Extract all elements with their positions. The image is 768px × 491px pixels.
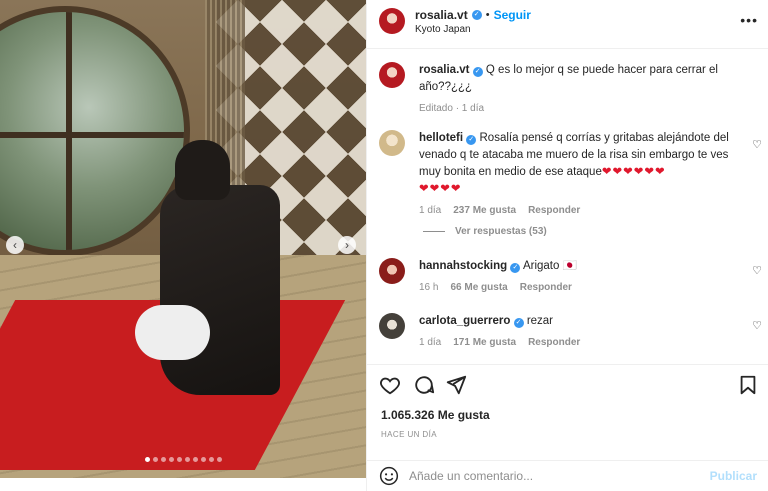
comment-item: hellotefi ✓ Rosalía pensé q corrías y gr… (379, 130, 759, 219)
comment-username[interactable]: carlota_guerrero (419, 315, 510, 327)
post-actions (379, 374, 759, 396)
heart-icon[interactable] (379, 374, 401, 396)
verified-badge-icon: ✓ (513, 318, 524, 328)
comment-time[interactable]: 1 día (419, 334, 441, 351)
comment-avatar[interactable] (379, 130, 405, 156)
comment-item: carlota_guerrero ✓ rezar 1 día 171 Me gu… (379, 313, 759, 351)
comment-item: hannahstocking ✓ Arigato 🇯🇵 16 h 66 Me g… (379, 258, 759, 296)
likes-count[interactable]: 1.065.326 Me gusta (381, 408, 490, 422)
caption-avatar[interactable] (379, 62, 405, 88)
photo-person (135, 140, 290, 395)
carousel-dot[interactable] (176, 457, 182, 462)
comment-username[interactable]: hellotefi (419, 132, 463, 144)
carousel-dots (0, 457, 366, 462)
comment-input[interactable] (409, 469, 710, 483)
comment-like-icon[interactable]: ♡ (752, 138, 762, 151)
post-side-panel: rosalia.vt ✓ • Seguir Kyoto Japan ••• ro… (366, 0, 768, 491)
comment-reply-button[interactable]: Responder (528, 202, 580, 219)
caption-edited: Editado · 1 día (419, 103, 485, 114)
carousel-dot[interactable] (144, 457, 150, 462)
more-options-icon[interactable]: ••• (740, 12, 758, 28)
comment-hearts-line: ❤❤❤❤ (419, 183, 462, 195)
carousel-dot[interactable] (200, 457, 206, 462)
post-location[interactable]: Kyoto Japan (415, 24, 531, 35)
post-header: rosalia.vt ✓ • Seguir Kyoto Japan (379, 6, 759, 36)
comment-likes[interactable]: 66 Me gusta (450, 279, 507, 296)
carousel-dot[interactable] (208, 457, 214, 462)
comment-text: Arigato 🇯🇵 (522, 260, 577, 272)
comment-reply-button[interactable]: Responder (528, 334, 580, 351)
post-photo[interactable]: ‹ › (0, 0, 366, 478)
verified-badge-icon: ✓ (466, 135, 477, 145)
carousel-dot[interactable] (168, 457, 174, 462)
carousel-dot[interactable] (216, 457, 222, 462)
comment-like-icon[interactable]: ♡ (752, 264, 762, 277)
verified-badge-icon: ✓ (472, 67, 483, 77)
carousel-next-icon[interactable]: › (338, 236, 356, 254)
carousel-dot[interactable] (184, 457, 190, 462)
carousel-dot[interactable] (192, 457, 198, 462)
bookmark-icon[interactable] (737, 374, 759, 396)
comment-like-icon[interactable]: ♡ (752, 319, 762, 332)
author-username[interactable]: rosalia.vt (415, 8, 468, 22)
carousel-dot[interactable] (152, 457, 158, 462)
header-divider (367, 48, 768, 49)
comment-icon[interactable] (413, 374, 435, 396)
caption: rosalia.vt ✓ Q es lo mejor q se puede ha… (379, 62, 759, 117)
comment-reply-button[interactable]: Responder (520, 279, 572, 296)
comment-text: rezar (526, 315, 554, 327)
comment-avatar[interactable] (379, 313, 405, 339)
comment-likes[interactable]: 171 Me gusta (453, 334, 516, 351)
carousel-prev-icon[interactable]: ‹ (6, 236, 24, 254)
comment-avatar[interactable] (379, 258, 405, 284)
share-icon[interactable] (445, 374, 467, 396)
carousel-dot[interactable] (160, 457, 166, 462)
add-comment-bar: Publicar (367, 460, 768, 491)
verified-badge-icon: ✓ (471, 9, 482, 20)
view-replies-button[interactable]: Ver respuestas (53) (423, 226, 547, 237)
comment-likes[interactable]: 237 Me gusta (453, 202, 516, 219)
verified-badge-icon: ✓ (510, 263, 521, 273)
author-avatar[interactable] (379, 8, 405, 34)
comment-hearts: ❤❤❤❤❤❤ (601, 166, 666, 178)
comment-time[interactable]: 1 día (419, 202, 441, 219)
emoji-icon[interactable] (379, 466, 399, 486)
follow-button[interactable]: Seguir (494, 8, 531, 22)
post-time: HACE UN DÍA (381, 430, 437, 439)
publish-button[interactable]: Publicar (710, 469, 757, 483)
comment-username[interactable]: hannahstocking (419, 260, 507, 272)
caption-username[interactable]: rosalia.vt (419, 64, 470, 76)
actions-divider (367, 364, 768, 365)
comment-time[interactable]: 16 h (419, 279, 438, 296)
